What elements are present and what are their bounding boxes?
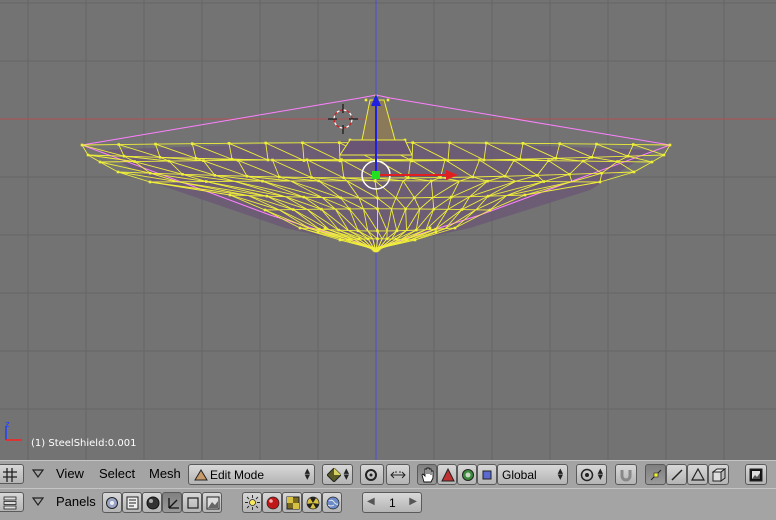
lamp-button[interactable] [242, 492, 262, 513]
manipulator-hand-icon [421, 467, 434, 483]
manipulator-toggle[interactable] [417, 464, 437, 485]
scale-icon [482, 470, 492, 480]
frame-increment-icon[interactable]: ▶ [409, 496, 417, 507]
menu-collapse-icon[interactable] [32, 469, 44, 479]
face-select-icon [691, 468, 705, 481]
svg-text:z: z [5, 420, 10, 430]
texture-button[interactable] [282, 492, 302, 513]
pivot-selector[interactable] [360, 464, 384, 485]
proportional-edit-selector[interactable]: ▲ ▼ [576, 464, 607, 485]
scene-image-icon [206, 496, 220, 510]
select-menu[interactable]: Select [99, 466, 135, 481]
vertex-select-button[interactable] [645, 464, 666, 485]
radiosity-button[interactable] [302, 492, 322, 513]
occlude-icon [712, 468, 726, 482]
shading-icon [327, 468, 341, 482]
face-select-button[interactable] [687, 464, 708, 485]
translate-mode-button[interactable] [437, 464, 457, 485]
translate-icon [441, 468, 455, 482]
viewport-grid: z [0, 0, 776, 460]
panels-editor-icon [3, 496, 17, 510]
object-axes-icon [168, 498, 179, 509]
editing-panel-button[interactable] [182, 492, 202, 513]
script-panel-button[interactable] [122, 492, 142, 513]
logic-icon [106, 497, 118, 509]
occlude-geometry-button[interactable] [708, 464, 729, 485]
vertex-select-icon [650, 469, 662, 481]
draw-type-selector[interactable]: ▲ ▼ [322, 464, 353, 485]
orientation-selector[interactable]: Global ▲ ▼ [497, 464, 568, 485]
mode-selector[interactable]: Edit Mode ▲ ▼ [188, 464, 315, 485]
world-button[interactable] [322, 492, 342, 513]
mesh-menu[interactable]: Mesh [149, 466, 181, 481]
frame-number-field[interactable]: ◀ 1 ▶ [362, 492, 422, 513]
shading-sphere-icon [146, 496, 160, 510]
edit-mode-icon [194, 469, 208, 481]
render-icon [749, 468, 763, 482]
view-axes-icon: z [5, 420, 22, 441]
panels-menu[interactable]: Panels [56, 494, 96, 509]
object-info-text: (1) SteelShield:0.001 [31, 438, 137, 449]
pivot-icon [365, 469, 377, 481]
render-button[interactable] [745, 464, 767, 485]
rotate-mode-button[interactable] [457, 464, 477, 485]
align-dots-icon [390, 471, 406, 479]
logic-panel-button[interactable] [102, 492, 122, 513]
editor-type-button-2[interactable] [0, 492, 24, 512]
pivot-options-button[interactable] [386, 464, 410, 485]
material-button[interactable] [262, 492, 282, 513]
rotate-icon [462, 469, 474, 481]
menu-collapse-icon-2[interactable] [32, 497, 44, 507]
scene-panel-button[interactable] [202, 492, 222, 513]
object-panel-button[interactable] [162, 492, 182, 513]
grid-editor-icon [3, 468, 17, 482]
editing-square-icon [187, 497, 199, 509]
magnet-icon [620, 470, 632, 482]
buttons-window-header: Panels ◀ 1 ▶ [0, 488, 776, 520]
material-icon [266, 496, 280, 510]
world-icon [326, 496, 340, 510]
scale-mode-button[interactable] [477, 464, 497, 485]
proportional-edit-icon [580, 468, 594, 482]
edge-select-button[interactable] [666, 464, 687, 485]
editor-type-button[interactable] [0, 464, 24, 484]
radiation-icon [306, 496, 320, 510]
3d-viewport[interactable]: z (1) SteelShield:0.001 [0, 0, 776, 460]
snap-toggle[interactable] [615, 464, 637, 485]
texture-icon [286, 496, 300, 510]
frame-decrement-icon[interactable]: ◀ [367, 496, 375, 507]
script-icon [126, 496, 139, 510]
lamp-icon [245, 495, 260, 510]
3d-view-header: View Select Mesh Edit Mode ▲ ▼ ▲ ▼ Globa… [0, 460, 776, 488]
view-menu[interactable]: View [56, 466, 84, 481]
shading-panel-button[interactable] [142, 492, 162, 513]
edge-select-icon [671, 469, 683, 481]
